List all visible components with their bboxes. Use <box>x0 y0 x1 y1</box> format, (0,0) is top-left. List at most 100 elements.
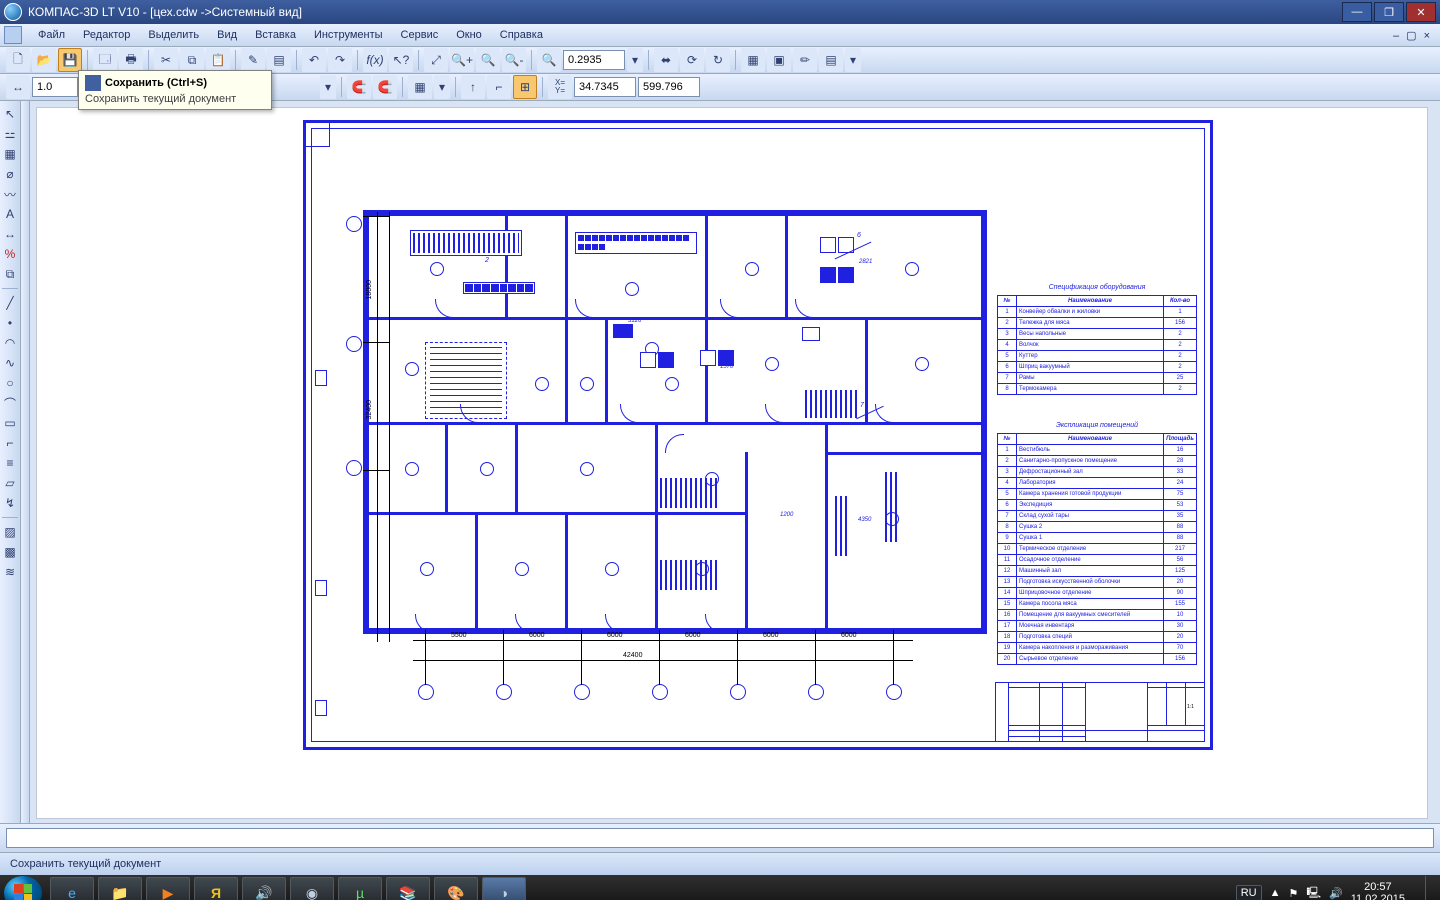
local-cs-button[interactable]: ⊞ <box>513 75 537 99</box>
tool-poly[interactable]: ▱ <box>1 474 19 492</box>
tray-network-icon[interactable]: 🖳 <box>1306 884 1321 900</box>
tool-drill[interactable]: ⌀ <box>1 165 19 183</box>
tray-language[interactable]: RU <box>1236 885 1262 900</box>
tool-draw[interactable]: 〰 <box>1 185 19 203</box>
taskbar-kompas[interactable]: ◑ <box>482 877 526 900</box>
panel-toggle-button[interactable]: ▤ <box>819 48 843 72</box>
copy-button[interactable]: ⧉ <box>180 48 204 72</box>
tool-arc[interactable]: ◠ <box>1 334 19 352</box>
tray-clock[interactable]: 20:57 11.02.2015 <box>1351 881 1411 900</box>
step-icon[interactable]: ↔ <box>6 75 30 99</box>
table-row: 17Моечная инвентаря30 <box>998 621 1197 632</box>
taskbar-chrome[interactable]: ◉ <box>290 877 334 900</box>
zoom-in-button[interactable]: 🔍+ <box>450 48 474 72</box>
rotate-button[interactable]: ⟳ <box>680 48 704 72</box>
tool-explode[interactable]: ⚍ <box>1 125 19 143</box>
tool-spline[interactable]: ∿ <box>1 354 19 372</box>
tool-break[interactable]: ≋ <box>1 563 19 581</box>
menu-view[interactable]: Вид <box>209 27 245 43</box>
taskbar-speaker[interactable]: 🔊 <box>242 877 286 900</box>
taskbar-media[interactable]: ▶ <box>146 877 190 900</box>
taskbar-utorrent[interactable]: µ <box>338 877 382 900</box>
tool-bezier[interactable]: ⌒ <box>1 394 19 412</box>
close-button[interactable]: ✕ <box>1406 2 1436 22</box>
print-preview-button[interactable]: 🗔 <box>93 48 117 72</box>
save-button[interactable]: 💾 <box>58 48 82 72</box>
ortho-up-button[interactable]: ↑ <box>461 75 485 99</box>
panel-dropdown[interactable]: ▾ <box>845 48 861 72</box>
taskbar-ie[interactable]: e <box>50 877 94 900</box>
menu-file[interactable]: Файл <box>30 27 73 43</box>
paste-button[interactable]: 📋 <box>206 48 230 72</box>
tool-chamfer[interactable]: ⌐ <box>1 434 19 452</box>
zoom-out-button[interactable]: 🔍- <box>502 48 526 72</box>
tool-trace[interactable]: ↯ <box>1 494 19 512</box>
draw-button[interactable]: ✏ <box>793 48 817 72</box>
zoom-dropdown[interactable]: ▾ <box>627 48 643 72</box>
taskbar-yandex[interactable]: Я <box>194 877 238 900</box>
tool-table[interactable]: ▦ <box>1 145 19 163</box>
ortho-button[interactable]: ⌐ <box>487 75 511 99</box>
taskbar-winrar[interactable]: 📚 <box>386 877 430 900</box>
tray-arrow-icon[interactable]: ▲ <box>1270 887 1281 899</box>
tool-text[interactable]: A <box>1 205 19 223</box>
maximize-button[interactable]: ❐ <box>1374 2 1404 22</box>
axis-marker <box>730 684 746 700</box>
new-button[interactable]: 🗋 <box>6 48 30 72</box>
snap-magnet-button[interactable]: 🧲 <box>347 75 371 99</box>
minimize-button[interactable]: — <box>1342 2 1372 22</box>
start-button[interactable] <box>4 876 42 900</box>
tray-flag-icon[interactable]: ⚑ <box>1288 887 1298 900</box>
tool-circle[interactable]: ○ <box>1 374 19 392</box>
open-button[interactable]: 📂 <box>32 48 56 72</box>
tool-line[interactable]: ╱ <box>1 294 19 312</box>
menu-edit[interactable]: Редактор <box>75 27 138 43</box>
tool-select[interactable]: ↖ <box>1 105 19 123</box>
views-manager-button[interactable]: ▣ <box>767 48 791 72</box>
drawing-canvas[interactable]: 3126 2821 1570 1200 4350 6 7 2 <box>36 107 1428 819</box>
tool-ruler[interactable]: ⧉ <box>1 265 19 283</box>
select-arrow-button[interactable]: ↖? <box>389 48 413 72</box>
tool-point[interactable]: • <box>1 314 19 332</box>
tool-equid[interactable]: ≡ <box>1 454 19 472</box>
menu-select[interactable]: Выделить <box>140 27 207 43</box>
zoom-reset-button[interactable]: 🔍 <box>537 48 561 72</box>
zoom-input[interactable] <box>563 50 625 70</box>
tool-fill[interactable]: ▩ <box>1 543 19 561</box>
tool-rect[interactable]: ▭ <box>1 414 19 432</box>
zoom-extent-button[interactable]: ⤢ <box>424 48 448 72</box>
layers-button[interactable]: ▦ <box>741 48 765 72</box>
coord-y-input[interactable] <box>638 77 700 97</box>
show-desktop-button[interactable] <box>1425 876 1436 900</box>
print-button[interactable]: 🖶 <box>119 48 143 72</box>
step-input[interactable] <box>32 77 78 97</box>
zoom-window-button[interactable]: 🔍 <box>476 48 500 72</box>
grid-button[interactable]: ▦ <box>408 75 432 99</box>
command-input[interactable] <box>6 828 1434 848</box>
grid-dropdown[interactable]: ▾ <box>434 75 450 99</box>
properties-button[interactable]: ▤ <box>267 48 291 72</box>
pan-button[interactable]: ⬌ <box>654 48 678 72</box>
menu-tools[interactable]: Инструменты <box>306 27 391 43</box>
tool-dim[interactable]: ↔ <box>1 225 19 243</box>
menu-window[interactable]: Окно <box>448 27 490 43</box>
taskbar-explorer[interactable]: 📁 <box>98 877 142 900</box>
menu-help[interactable]: Справка <box>492 27 551 43</box>
cut-button[interactable]: ✂ <box>154 48 178 72</box>
undo-button[interactable]: ↶ <box>302 48 326 72</box>
tool-hatch[interactable]: ▨ <box>1 523 19 541</box>
menu-insert[interactable]: Вставка <box>247 27 304 43</box>
style-dropdown[interactable]: ▾ <box>320 75 336 99</box>
tool-percent[interactable]: % <box>1 245 19 263</box>
mdi-icon[interactable] <box>4 26 22 44</box>
redo-button[interactable]: ↷ <box>328 48 352 72</box>
tray-volume-icon[interactable]: 🔊 <box>1329 887 1343 900</box>
fx-button[interactable]: f(x) <box>363 48 387 72</box>
mdi-controls[interactable]: – ▢ × <box>1389 29 1436 42</box>
coord-x-input[interactable] <box>574 77 636 97</box>
redraw-button[interactable]: ↻ <box>706 48 730 72</box>
menu-service[interactable]: Сервис <box>393 27 447 43</box>
taskbar-paint[interactable]: 🎨 <box>434 877 478 900</box>
format-brush-button[interactable]: ✎ <box>241 48 265 72</box>
snap-off-button[interactable]: 🧲 <box>373 75 397 99</box>
